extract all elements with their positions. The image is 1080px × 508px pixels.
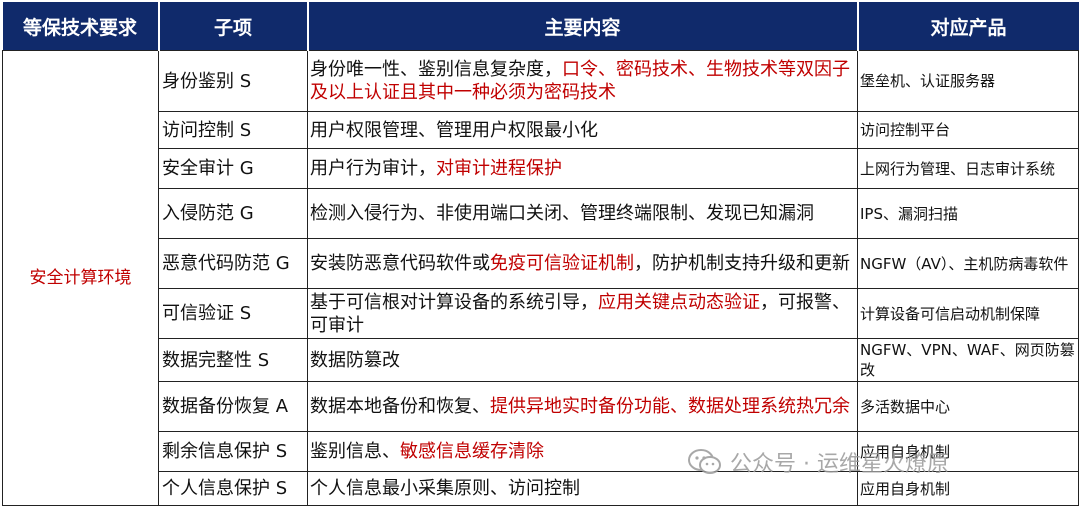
header-requirement: 等保技术要求 xyxy=(2,2,160,51)
subitem-cell: 访问控制 S xyxy=(158,111,308,149)
product-cell: 上网行为管理、日志审计系统 xyxy=(857,148,1079,189)
content-cell: 安装防恶意代码软件或免疫可信验证机制，防护机制支持升级和更新 xyxy=(307,238,858,289)
header-subitem: 子项 xyxy=(158,2,309,51)
content-text: 数据防篡改 xyxy=(310,349,400,371)
table-row: 入侵防范 G 检测入侵行为、非使用端口关闭、管理终端限制、发现已知漏洞 IPS、… xyxy=(3,188,1079,239)
content-cell: 用户权限管理、管理用户权限最小化 xyxy=(307,111,858,149)
content-highlight: 应用关键点动态验证 xyxy=(598,291,760,313)
content-cell: 检测入侵行为、非使用端口关闭、管理终端限制、发现已知漏洞 xyxy=(307,188,858,239)
content-text: 个人信息最小采集原则、访问控制 xyxy=(310,478,580,499)
subitem-cell: 可信验证 S xyxy=(158,288,308,339)
table-row: 数据备份恢复 A 数据本地备份和恢复、提供异地实时备份功能、数据处理系统热冗余 … xyxy=(3,381,1079,432)
security-requirements-table: 等保技术要求 子项 主要内容 对应产品 安全计算环境 身份鉴别 S 身份唯一性、… xyxy=(2,2,1079,506)
table-row: 恶意代码防范 G 安装防恶意代码软件或免疫可信验证机制，防护机制支持升级和更新 … xyxy=(3,238,1079,289)
wechat-icon xyxy=(688,449,721,474)
content-cell: 基于可信根对计算设备的系统引导，应用关键点动态验证，可报警、可审计 xyxy=(307,288,858,339)
table-row: 可信验证 S 基于可信根对计算设备的系统引导，应用关键点动态验证，可报警、可审计… xyxy=(3,288,1079,339)
watermark: 公众号 · 运维星火燎原 xyxy=(688,446,949,478)
header-content: 主要内容 xyxy=(307,2,859,51)
content-text-after: ，防护机制支持升级和更新 xyxy=(634,253,850,274)
content-text: 用户权限管理、管理用户权限最小化 xyxy=(310,119,598,141)
product-cell: NGFW、VPN、WAF、网页防篡改 xyxy=(857,338,1079,382)
content-text: 数据本地备份和恢复、 xyxy=(310,396,490,417)
subitem-cell: 剩余信息保护 S xyxy=(158,431,308,472)
product-cell: NGFW（AV）、主机防病毒软件 xyxy=(857,238,1079,289)
subitem-cell: 恶意代码防范 G xyxy=(158,238,308,289)
content-highlight: 免疫可信验证机制 xyxy=(490,253,634,274)
subitem-cell: 个人信息保护 S xyxy=(158,471,308,506)
subitem-cell: 数据完整性 S xyxy=(158,338,308,382)
content-text: 鉴别信息、 xyxy=(310,441,400,462)
product-cell: IPS、漏洞扫描 xyxy=(857,188,1079,239)
subitem-cell: 身份鉴别 S xyxy=(158,50,308,112)
content-cell: 数据本地备份和恢复、提供异地实时备份功能、数据处理系统热冗余 xyxy=(307,381,858,432)
content-text: 用户行为审计， xyxy=(310,158,436,179)
table-row: 安全计算环境 身份鉴别 S 身份唯一性、鉴别信息复杂度，口令、密码技术、生物技术… xyxy=(2,50,1079,506)
content-text: 基于可信根对计算设备的系统引导， xyxy=(310,291,598,313)
header-product: 对应产品 xyxy=(857,2,1079,51)
content-cell: 数据防篡改 xyxy=(307,338,858,382)
content-cell: 用户行为审计，对审计进程保护 xyxy=(307,148,858,189)
table-row: 安全审计 G 用户行为审计，对审计进程保护 上网行为管理、日志审计系统 xyxy=(3,148,1079,189)
content-text: 安装防恶意代码软件或 xyxy=(310,253,490,274)
table-row: 访问控制 S 用户权限管理、管理用户权限最小化 访问控制平台 xyxy=(3,111,1079,149)
content-highlight: 对审计进程保护 xyxy=(436,158,562,179)
requirement-cell: 安全计算环境 xyxy=(2,50,159,506)
table-row: 数据完整性 S 数据防篡改 NGFW、VPN、WAF、网页防篡改 xyxy=(3,338,1079,382)
content-highlight: 敏感信息缓存清除 xyxy=(400,441,544,462)
table-header-row: 等保技术要求 子项 主要内容 对应产品 xyxy=(2,2,1079,51)
product-cell: 多活数据中心 xyxy=(857,381,1079,432)
content-cell: 身份唯一性、鉴别信息复杂度，口令、密码技术、生物技术等双因子及以上认证且其中一种… xyxy=(307,50,858,112)
content-highlight: 提供异地实时备份功能、数据处理系统热冗余 xyxy=(490,396,850,417)
product-cell: 访问控制平台 xyxy=(857,111,1079,149)
product-cell: 堡垒机、认证服务器 xyxy=(857,50,1079,112)
content-text: 身份唯一性、鉴别信息复杂度， xyxy=(310,59,562,80)
subitem-cell: 入侵防范 G xyxy=(158,188,308,239)
subitem-cell: 安全审计 G xyxy=(158,148,308,189)
product-cell: 计算设备可信启动机制保障 xyxy=(857,288,1079,339)
subitem-cell: 数据备份恢复 A xyxy=(158,381,308,432)
content-text: 检测入侵行为、非使用端口关闭、管理终端限制、发现已知漏洞 xyxy=(310,203,814,224)
watermark-text: 公众号 · 运维星火燎原 xyxy=(730,452,949,477)
